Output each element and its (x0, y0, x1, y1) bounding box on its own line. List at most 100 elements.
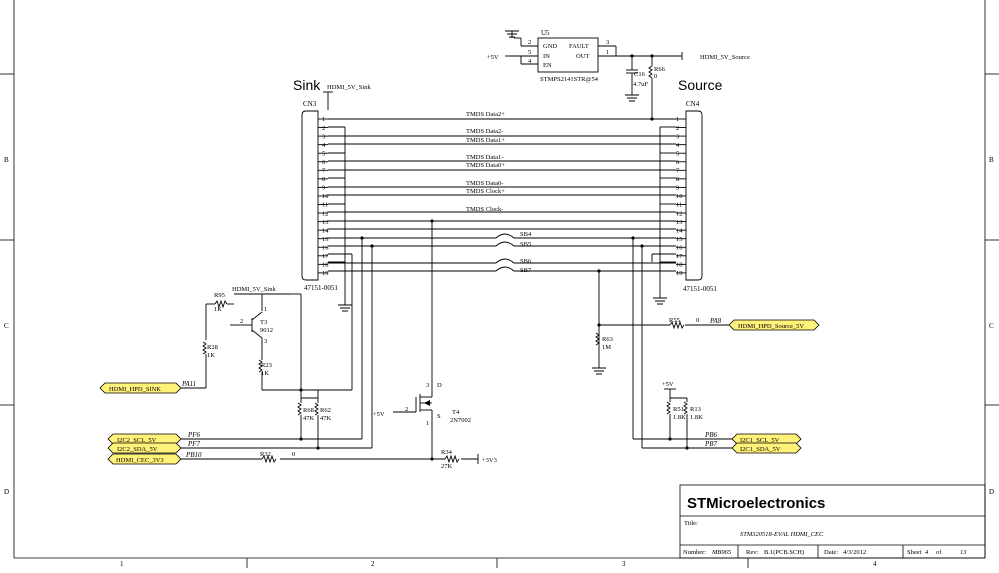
net-pa8: PA8 (709, 317, 722, 325)
t4-value: 2N7002 (450, 417, 471, 424)
tmds-data2-plus: TMDS Data2+ (466, 111, 505, 118)
title-block: STMicroelectronics Title: STM320518-EVAL… (679, 484, 986, 559)
net-pb10: PB10 (185, 451, 202, 459)
hdmi-5v-sink-left-label: HDMI_5V_Sink (232, 286, 276, 293)
r51-value: 1.8K (673, 414, 686, 421)
r23-value: 1K (261, 370, 269, 377)
title-label: Title: (684, 520, 698, 527)
cn3-pin-number: 19 (322, 270, 329, 277)
r95-value: 1K (214, 306, 222, 313)
sheet-total: 13 (960, 549, 967, 556)
hdmi-5v-sink-top-label: HDMI_5V_Sink (327, 84, 371, 91)
port-i2c2-sda-label: I2C2_SDA_5V (117, 446, 158, 453)
row-label-right-b: B (989, 156, 994, 164)
cn3-pin-number: 5 (322, 150, 325, 157)
r32-ref: R32 (260, 451, 271, 458)
connector-cn4: CN4 47151-0051 (683, 100, 717, 293)
row-label-right-c: C (989, 322, 994, 330)
r66-ref: R66 (654, 66, 666, 73)
row-label-left-c: C (4, 322, 9, 330)
source-side-wiring (592, 236, 732, 449)
t4-pin1: 1 (426, 420, 429, 427)
cn3-pin-number: 2 (322, 125, 325, 132)
port-hdmi-hpd-sink: HDMI_HPD_SINK (99, 382, 182, 394)
r66-value: 0 (654, 73, 657, 80)
cn3-pin-number: 11 (322, 202, 328, 209)
cn3-pin-number: 4 (322, 142, 326, 149)
cn4-pin-number: 16 (676, 244, 683, 251)
row-label-right-d: D (989, 488, 994, 496)
net-pb7: PB7 (704, 440, 718, 448)
cn3-part: 47151-0051 (304, 284, 338, 292)
t4-pin3: 3 (426, 382, 429, 389)
rev-label: Rev: (746, 549, 758, 556)
tmds-data0-plus: TMDS Data0+ (466, 162, 505, 169)
source-title: Source (678, 77, 723, 93)
u5-pin-gnd: GND (543, 43, 557, 50)
cn3-pin-number: 3 (322, 133, 325, 140)
r51-ref: R51 (673, 406, 684, 413)
cn3-pin-number: 13 (322, 219, 329, 226)
t4-drain: D (437, 382, 442, 389)
schematic-drawing: B C D B C D 1 2 3 4 Sink Source CN3 4715… (0, 0, 999, 568)
tmds-clock-minus: TMDS Clock- (466, 206, 503, 213)
hdmi-5v-sink-top: HDMI_5V_Sink (323, 84, 371, 110)
r63-ref: R63 (602, 336, 613, 343)
number-value: MB965 (711, 549, 732, 556)
port-i2c1-sda-label: I2C1_SDA_5V (740, 446, 781, 453)
c16-value: 4.7uF (633, 81, 648, 88)
rev-value: B.1(PCB.SCH) (764, 549, 804, 556)
port-hdmi-hpd-source: HDMI_HPD_Source_5V (728, 319, 820, 331)
cn4-pin-number: 9 (676, 185, 679, 192)
r63-value: 1M (602, 344, 611, 351)
date-label: Date: (824, 549, 838, 556)
cn4-pin-number: 13 (676, 219, 683, 226)
col-label-1: 1 (120, 560, 124, 568)
hdmi-5v-source-label: HDMI_5V_Source (700, 54, 750, 61)
cn4-pin-number: 11 (676, 202, 682, 209)
u5-num-gnd: 2 (528, 39, 531, 46)
cn4-pin-number: 2 (676, 125, 679, 132)
company-name: STMicroelectronics (687, 495, 825, 512)
u5-num-out: 1 (606, 49, 609, 56)
cn4-pin-number: 18 (676, 262, 683, 269)
r34-value: 27K (441, 463, 453, 470)
row-label-left-d: D (4, 488, 9, 496)
u5-pin-fault: FAULT (569, 43, 589, 50)
t3-ref: T3 (260, 319, 267, 326)
title-value: STM320518-EVAL HDMI_CEC (740, 531, 824, 538)
cn4-pin-number: 15 (676, 236, 683, 243)
t3-pin3: 3 (264, 338, 267, 345)
t3-pin2: 2 (240, 318, 243, 325)
sheet-label: Sheet (907, 549, 922, 556)
cn4-ref: CN4 (686, 100, 700, 108)
net-pb6: PB6 (704, 431, 718, 439)
net-pa11: PA11 (181, 380, 196, 388)
r95-ref: R95 (214, 292, 225, 299)
port-hdmi-cec: HDMI_CEC_3V3 (107, 453, 182, 465)
r13-value: 1.8K (690, 414, 703, 421)
cn3-pin-number: 1 (322, 116, 325, 123)
tmds-data1-minus: TMDS Data1- (466, 154, 503, 161)
tmds-data0-minus: TMDS Data0- (466, 180, 503, 187)
number-label: Number: (683, 549, 706, 556)
cn3-pin-number: 9 (322, 185, 325, 192)
sheet-frame: B C D B C D 1 2 3 4 (0, 0, 999, 568)
r62-ref: R62 (320, 407, 331, 414)
col-label-2: 2 (371, 560, 375, 568)
col-label-4: 4 (873, 560, 877, 568)
cn3-ref: CN3 (303, 100, 317, 108)
cn4-pin-number: 8 (676, 176, 679, 183)
port-i2c2-scl: I2C2_SCL_5V (107, 433, 182, 445)
t4-gate-pin: 2 (405, 406, 408, 413)
u5-ref: U5 (541, 29, 550, 37)
r68-value: 47K (303, 415, 315, 422)
schematic-sheet: B C D B C D 1 2 3 4 Sink Source CN3 4715… (0, 0, 999, 568)
r32-value: 0 (292, 451, 295, 458)
port-hdmi-hpd-source-label: HDMI_HPD_Source_5V (738, 323, 804, 330)
cn4-pin-number: 10 (676, 193, 683, 200)
r51-plus5v: +5V (662, 381, 674, 388)
row-label-left-b: B (4, 156, 9, 164)
port-i2c1-scl: I2C1_SCL_5V (731, 433, 802, 445)
sb4-label: SB4 (520, 231, 532, 238)
